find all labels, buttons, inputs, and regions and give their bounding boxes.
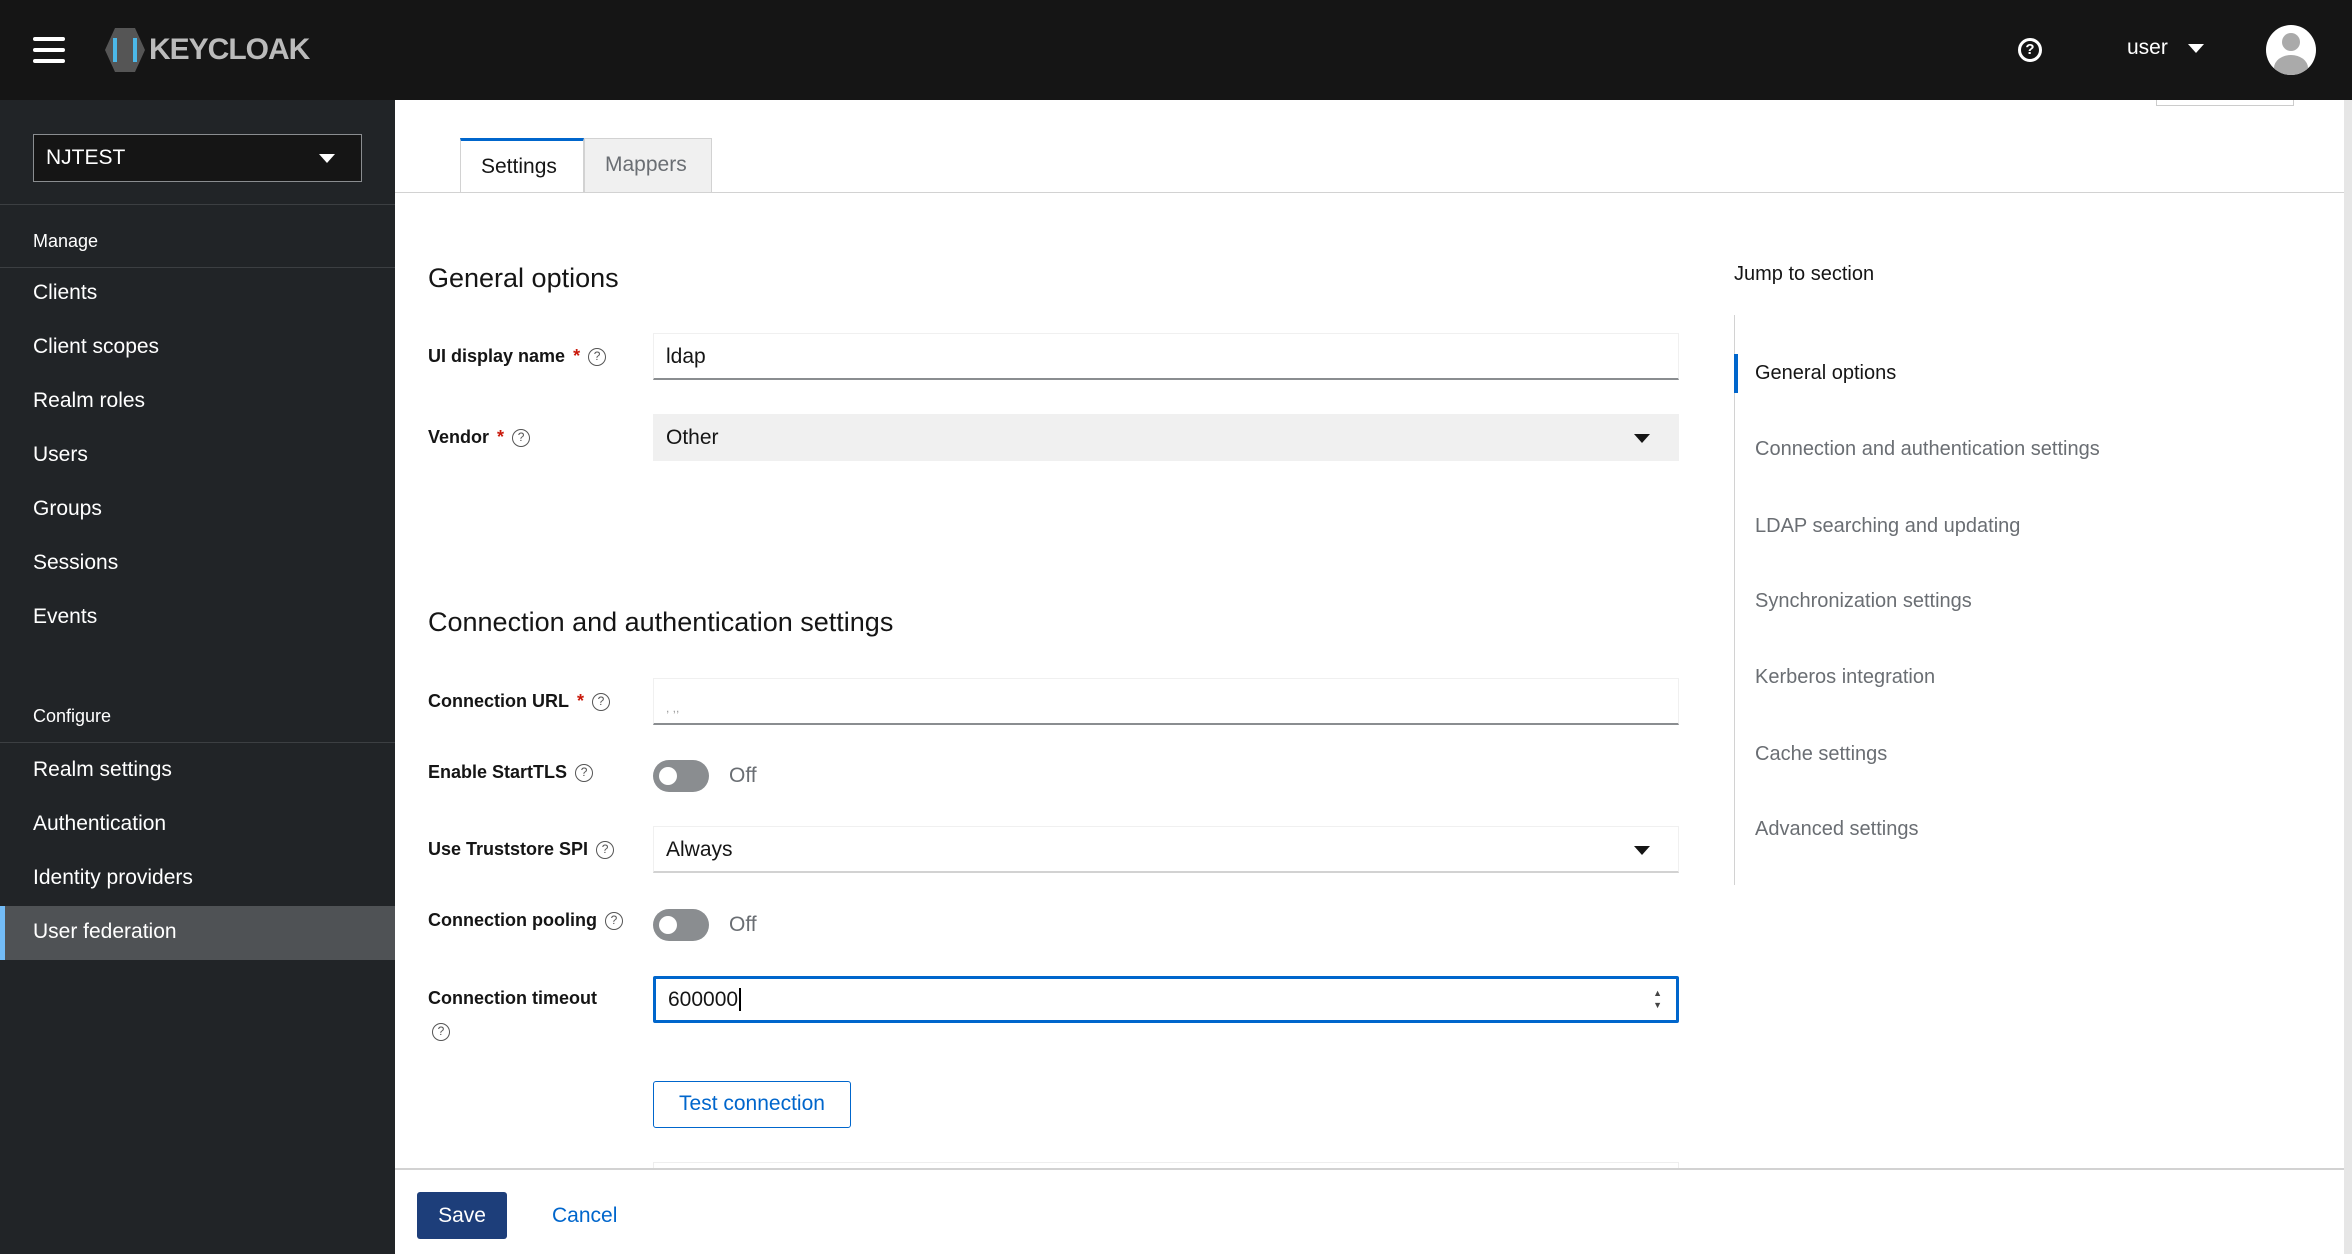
vendor-value: Other [666, 426, 719, 449]
sidebar-item-realm-roles[interactable]: Realm roles [0, 375, 395, 429]
ui-display-name-input[interactable]: ldap [653, 333, 1679, 380]
sidebar-item-users[interactable]: Users [0, 429, 395, 483]
cancel-button[interactable]: Cancel [552, 1204, 617, 1228]
starttls-state: Off [729, 764, 757, 787]
help-icon[interactable]: ? [588, 347, 607, 366]
required-mark: * [573, 346, 581, 366]
help-icon[interactable]: ? [596, 840, 615, 859]
spinner-icon[interactable]: ▲ ▼ [1653, 987, 1662, 1011]
timeout-value: 600000 [668, 988, 739, 1011]
save-button[interactable]: Save [417, 1192, 507, 1239]
sidebar-item-client-scopes[interactable]: Client scopes [0, 321, 395, 375]
pooling-state: Off [729, 913, 757, 936]
tab-mappers[interactable]: Mappers [584, 138, 712, 192]
jump-kerberos[interactable]: Kerberos integration [1734, 658, 2234, 697]
label-text: Connection pooling [428, 910, 597, 930]
masthead: KEYCLOAK ? user [0, 0, 2352, 100]
realm-selector[interactable]: NJTEST [33, 134, 362, 182]
pooling-label: Connection pooling? [428, 910, 623, 931]
starttls-toggle[interactable] [653, 760, 709, 792]
hamburger-menu-icon[interactable] [33, 37, 65, 63]
connection-url-input[interactable]: , ,, [653, 678, 1679, 725]
jump-advanced[interactable]: Advanced settings [1734, 810, 2234, 849]
truststore-label: Use Truststore SPI? [428, 839, 615, 860]
timeout-input[interactable]: 600000 ▲ ▼ [653, 976, 1679, 1023]
jump-general-options[interactable]: General options [1734, 354, 2234, 393]
sidebar-item-groups[interactable]: Groups [0, 483, 395, 537]
help-icon[interactable]: ? [512, 428, 531, 447]
user-menu[interactable]: user [2127, 36, 2204, 60]
keycloak-logo[interactable]: KEYCLOAK [105, 28, 310, 72]
pooling-toggle[interactable] [653, 909, 709, 941]
jump-cache[interactable]: Cache settings [1734, 735, 2234, 774]
section-manage: Manage [33, 231, 99, 251]
timeout-label: Connection timeout [428, 988, 597, 1009]
ui-display-name-label: UI display name *? [428, 346, 607, 367]
help-icon[interactable]: ? [592, 692, 611, 711]
section-title-connection: Connection and authentication settings [428, 607, 894, 637]
user-name: user [2127, 36, 2168, 59]
form-footer [395, 1168, 2344, 1254]
avatar[interactable] [2266, 25, 2316, 75]
sidebar-item-identity-providers[interactable]: Identity providers [0, 852, 395, 906]
label-text: Connection URL [428, 691, 569, 711]
truststore-select[interactable]: Always [653, 826, 1679, 873]
help-icon[interactable]: ? [2018, 38, 2042, 62]
connection-url-label: Connection URL *? [428, 691, 611, 712]
brand-text: KEYCLOAK [149, 33, 310, 66]
tab-divider [395, 192, 2344, 193]
required-mark: * [497, 427, 505, 447]
sidebar-item-realm-settings[interactable]: Realm settings [0, 744, 395, 798]
section-title-general: General options [428, 263, 619, 293]
starttls-label: Enable StartTLS? [428, 762, 594, 783]
logo-icon [105, 28, 145, 72]
text-cursor [739, 988, 742, 1011]
help-icon[interactable]: ? [432, 1023, 450, 1041]
help-icon[interactable]: ? [604, 911, 623, 930]
vendor-label: Vendor *? [428, 427, 531, 448]
label-text: Enable StartTLS [428, 762, 568, 782]
sidebar-item-sessions[interactable]: Sessions [0, 537, 395, 591]
sidebar-item-authentication[interactable]: Authentication [0, 798, 395, 852]
caret-down-icon [1634, 846, 1650, 855]
caret-down-icon [2187, 43, 2204, 53]
truststore-value: Always [666, 838, 733, 861]
label-text: Vendor [428, 427, 490, 447]
scrollbar[interactable] [2344, 100, 2352, 1254]
jump-to-section-title: Jump to section [1734, 263, 1875, 285]
jump-synchronization[interactable]: Synchronization settings [1734, 582, 2234, 621]
sidebar-item-clients[interactable]: Clients [0, 267, 395, 321]
label-text: UI display name [428, 346, 566, 366]
help-icon[interactable]: ? [575, 763, 594, 782]
tab-settings[interactable]: Settings [460, 138, 584, 192]
caret-down-icon [319, 154, 335, 163]
section-configure: Configure [33, 706, 112, 726]
test-connection-button[interactable]: Test connection [653, 1081, 851, 1128]
label-text: Use Truststore SPI [428, 839, 589, 859]
label-text: Connection timeout [428, 988, 597, 1008]
sidebar-item-events[interactable]: Events [0, 591, 395, 645]
jump-ldap-searching[interactable]: LDAP searching and updating [1734, 507, 2234, 546]
partial-button [2156, 100, 2294, 106]
required-mark: * [577, 691, 585, 711]
caret-down-icon [1634, 434, 1650, 443]
jump-connection[interactable]: Connection and authentication settings [1734, 430, 2234, 469]
sidebar-item-user-federation[interactable]: User federation [0, 906, 395, 960]
divider [0, 742, 395, 743]
realm-name: NJTEST [46, 146, 126, 169]
divider [0, 204, 395, 205]
vendor-select[interactable]: Other [653, 414, 1679, 461]
